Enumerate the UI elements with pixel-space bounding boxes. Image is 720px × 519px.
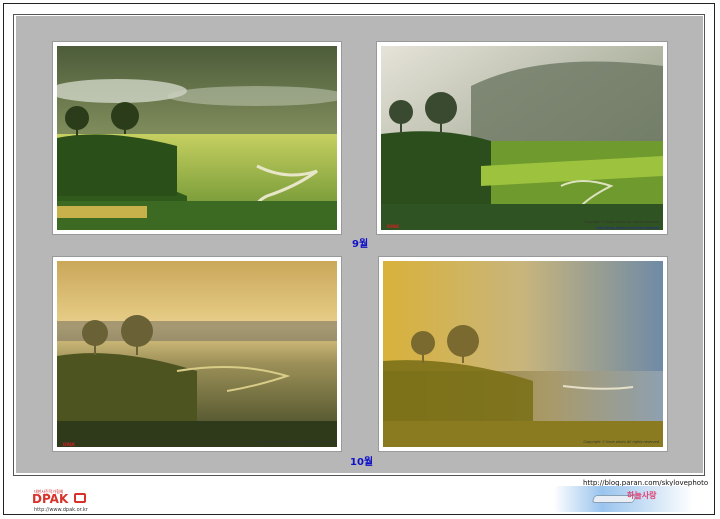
mini-logo: DPAK: [387, 224, 400, 229]
photo-image: DPAK Copyright ⓒ ilove photo All rights …: [57, 261, 337, 447]
caption-october: 10월: [350, 457, 374, 468]
photo-credit: Copyright ⓒ ilove photo All rights reser…: [583, 440, 659, 444]
photo-october-1[interactable]: DPAK Copyright ⓒ ilove photo All rights …: [53, 257, 341, 451]
mini-logo: DPAK: [63, 442, 76, 447]
photo-credit: Copyright ⓒ ilove photo All rights reser…: [583, 220, 659, 224]
dpak-logo-icon: [74, 493, 86, 503]
logo-url[interactable]: http://www.dpak.or.kr: [34, 507, 88, 513]
photo-image: [57, 46, 337, 230]
dpak-logo[interactable]: DPAK: [32, 492, 90, 506]
photo-image: DPAK Copyright ⓒ ilove photo All rights …: [381, 46, 663, 230]
photo-credit: Copyright ⓒ ilove photo All rights reser…: [257, 440, 333, 444]
blog-logo[interactable]: 하늘사랑: [553, 486, 693, 512]
blog-logo-text: 하늘사랑: [627, 491, 657, 500]
photo-image: Copyright ⓒ ilove photo All rights reser…: [383, 261, 663, 447]
photo-september-2[interactable]: DPAK Copyright ⓒ ilove photo All rights …: [377, 42, 667, 234]
photo-september-1[interactable]: [53, 42, 341, 234]
photo-url: http://blog.paran.com/skylovephoto: [596, 226, 659, 230]
dpak-logo-text: DPAK: [32, 492, 69, 506]
caption-september: 9월: [352, 239, 369, 250]
photo-october-2[interactable]: Copyright ⓒ ilove photo All rights reser…: [379, 257, 667, 451]
